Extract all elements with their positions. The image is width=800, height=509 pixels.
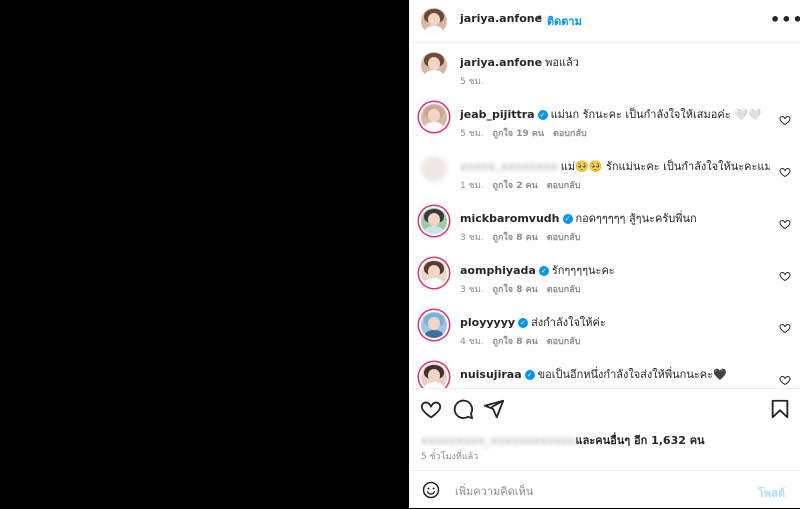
comment-username[interactable]: xxxxx_xxxxxxxx	[460, 160, 558, 173]
more-horizontal-icon[interactable]: •••	[770, 10, 800, 29]
comment-time: 5 ชม.	[460, 129, 484, 139]
verified-badge-icon: ✓	[524, 370, 535, 380]
comment-text: xxxxx_xxxxxxxx แม่🥺🥺 รักแม่นะคะ เป็นกำลัง…	[460, 157, 770, 175]
comment-body: แม่นก รักนะคะ เป็นกำลังใจให้เสมอค่ะ 🤍🤍	[550, 108, 762, 121]
comment-time: 3 ชม.	[460, 233, 484, 243]
comment-body: แม่🥺🥺 รักแม่นะคะ เป็นกำลังใจให้นะคะแม่	[560, 160, 770, 173]
action-bar: xxxxxxxxx_xxxxxxxxxxxxและคนอื่นๆ อีก 1,6…	[409, 388, 800, 471]
verified-badge-icon: ✓	[518, 318, 529, 328]
comment-text: nuisujiraa ✓ ขอเป็นอีกหนึ่งกำลังใจส่งให้พี…	[460, 365, 770, 383]
comment-username[interactable]: mickbaromvudh	[460, 212, 560, 225]
caption-body: พอแล้ว	[545, 56, 579, 69]
posted-time: 5 ชั่วโมงที่แล้ว	[421, 452, 479, 462]
add-comment-bar: โพสต์	[409, 470, 800, 509]
post-header: jariya.anfone • ติดตาม •••	[409, 0, 800, 43]
post-panel: jariya.anfone • ติดตาม ••• jariya.anfone…	[409, 0, 800, 508]
likes-summary[interactable]: xxxxxxxxx_xxxxxxxxxxxxและคนอื่นๆ อีก 1,6…	[421, 431, 705, 449]
reply-button[interactable]: ตอบกลับ	[547, 233, 581, 243]
comment-likes[interactable]: ถูกใจ 8 คน	[493, 285, 538, 295]
verified-badge-icon: ✓	[537, 110, 548, 120]
comment-item: ployyyyy ✓ ส่งกำลังใจให้ค่ะ 4 ชม. ถูกใจ 8 ค…	[409, 303, 800, 355]
verified-badge-icon: ✓	[538, 266, 549, 276]
caption-text: jariya.anfone พอแล้ว	[460, 53, 770, 71]
commenter-avatar[interactable]	[421, 208, 447, 234]
comment-like-heart-icon[interactable]	[779, 114, 791, 126]
comment-time: 1 ชม.	[460, 181, 484, 191]
reply-button[interactable]: ตอบกลับ	[547, 337, 581, 347]
post-button[interactable]: โพสต์	[758, 484, 785, 502]
commenter-avatar[interactable]	[421, 156, 447, 182]
comment-item: aomphiyada ✓ รักๆๆๆๆนะคะ 3 ชม. ถูกใจ 8 คน ตอ…	[409, 251, 800, 303]
comment-likes[interactable]: ถูกใจ 8 คน	[493, 233, 538, 243]
caption-meta: 5 ชม.	[460, 74, 493, 88]
author-avatar[interactable]	[421, 8, 447, 34]
comment-meta: 3 ชม. ถูกใจ 8 คน ตอบกลับ	[460, 230, 589, 244]
comment-body: ส่งกำลังใจให้ค่ะ	[531, 316, 606, 329]
comment-like-heart-icon[interactable]	[779, 166, 791, 178]
caption-username[interactable]: jariya.anfone	[460, 56, 542, 69]
comment-likes[interactable]: ถูกใจ 8 คน	[493, 337, 538, 347]
caption-time: 5 ชม.	[460, 77, 484, 87]
comment-text: aomphiyada ✓ รักๆๆๆๆนะคะ	[460, 261, 770, 279]
comment-item: xxxxx_xxxxxxxx แม่🥺🥺 รักแม่นะคะ เป็นกำลัง…	[409, 147, 800, 199]
header-separator: •	[536, 11, 544, 25]
comment-item: jeab_pijittra ✓ แม่นก รักนะคะ เป็นกำลังใจใ…	[409, 95, 800, 147]
comment-username[interactable]: jeab_pijittra	[460, 108, 535, 121]
comment-like-heart-icon[interactable]	[779, 218, 791, 230]
comment-body: รักๆๆๆๆนะคะ	[551, 264, 615, 277]
comment-meta: 1 ชม. ถูกใจ 2 คน ตอบกลับ	[460, 178, 589, 192]
comment-item: nuisujiraa ✓ ขอเป็นอีกหนึ่งกำลังใจส่งให้พี…	[409, 355, 800, 388]
comment-username[interactable]: ployyyyy	[460, 316, 515, 329]
reply-button[interactable]: ตอบกลับ	[553, 129, 587, 139]
comment-likes[interactable]: ถูกใจ 19 คน	[493, 129, 545, 139]
follow-button[interactable]: ติดตาม	[547, 12, 582, 30]
comment-body: กอดๆๆๆๆๆ สู้ๆนะครับพี่นก	[575, 212, 697, 225]
comment-like-heart-icon[interactable]	[779, 270, 791, 282]
commenter-avatar[interactable]	[421, 312, 447, 338]
comment-username[interactable]: nuisujiraa	[460, 368, 522, 381]
verified-badge-icon: ✓	[562, 214, 573, 224]
commenter-avatar[interactable]	[421, 364, 447, 388]
comments-list[interactable]: jariya.anfone พอแล้ว 5 ชม. jeab_pijittra ✓…	[409, 43, 800, 388]
comment-username[interactable]: aomphiyada	[460, 264, 536, 277]
post-media[interactable]	[0, 0, 409, 508]
comment-time: 3 ชม.	[460, 285, 484, 295]
commenter-avatar[interactable]	[421, 260, 447, 286]
send-icon[interactable]	[483, 398, 505, 420]
reply-button[interactable]: ตอบกลับ	[547, 285, 581, 295]
comment-like-heart-icon[interactable]	[779, 374, 791, 386]
comment-item: mickbaromvudh ✓ กอดๆๆๆๆๆ สู้ๆนะครับพี่นก 3…	[409, 199, 800, 251]
caption-avatar[interactable]	[421, 52, 447, 78]
author-username[interactable]: jariya.anfone	[460, 12, 542, 25]
bookmark-icon[interactable]	[769, 398, 791, 420]
liker-name[interactable]: xxxxxxxxx_xxxxxxxxxxxx	[421, 434, 576, 447]
comment-text: jeab_pijittra ✓ แม่นก รักนะคะ เป็นกำลังใจใ…	[460, 105, 770, 123]
caption: jariya.anfone พอแล้ว 5 ชม.	[409, 43, 800, 95]
commenter-avatar[interactable]	[421, 104, 447, 130]
comment-likes[interactable]: ถูกใจ 2 คน	[493, 181, 538, 191]
comment-body: ขอเป็นอีกหนึ่งกำลังใจส่งให้พี่นกนะคะ🖤	[537, 368, 727, 381]
heart-icon[interactable]	[420, 398, 442, 420]
emoji-icon[interactable]	[422, 481, 440, 499]
comment-text: ployyyyy ✓ ส่งกำลังใจให้ค่ะ	[460, 313, 770, 331]
comment-like-heart-icon[interactable]	[779, 322, 791, 334]
comment-meta: 5 ชม. ถูกใจ 19 คน ตอบกลับ	[460, 126, 596, 140]
comment-meta: 4 ชม. ถูกใจ 8 คน ตอบกลับ	[460, 334, 589, 348]
comment-text: mickbaromvudh ✓ กอดๆๆๆๆๆ สู้ๆนะครับพี่นก	[460, 209, 770, 227]
likes-count[interactable]: และคนอื่นๆ อีก 1,632 คน	[576, 434, 705, 447]
comment-input[interactable]	[453, 479, 737, 503]
comment-time: 4 ชม.	[460, 337, 484, 347]
comment-meta: 3 ชม. ถูกใจ 8 คน ตอบกลับ	[460, 282, 589, 296]
reply-button[interactable]: ตอบกลับ	[547, 181, 581, 191]
comment-icon[interactable]	[452, 398, 474, 420]
